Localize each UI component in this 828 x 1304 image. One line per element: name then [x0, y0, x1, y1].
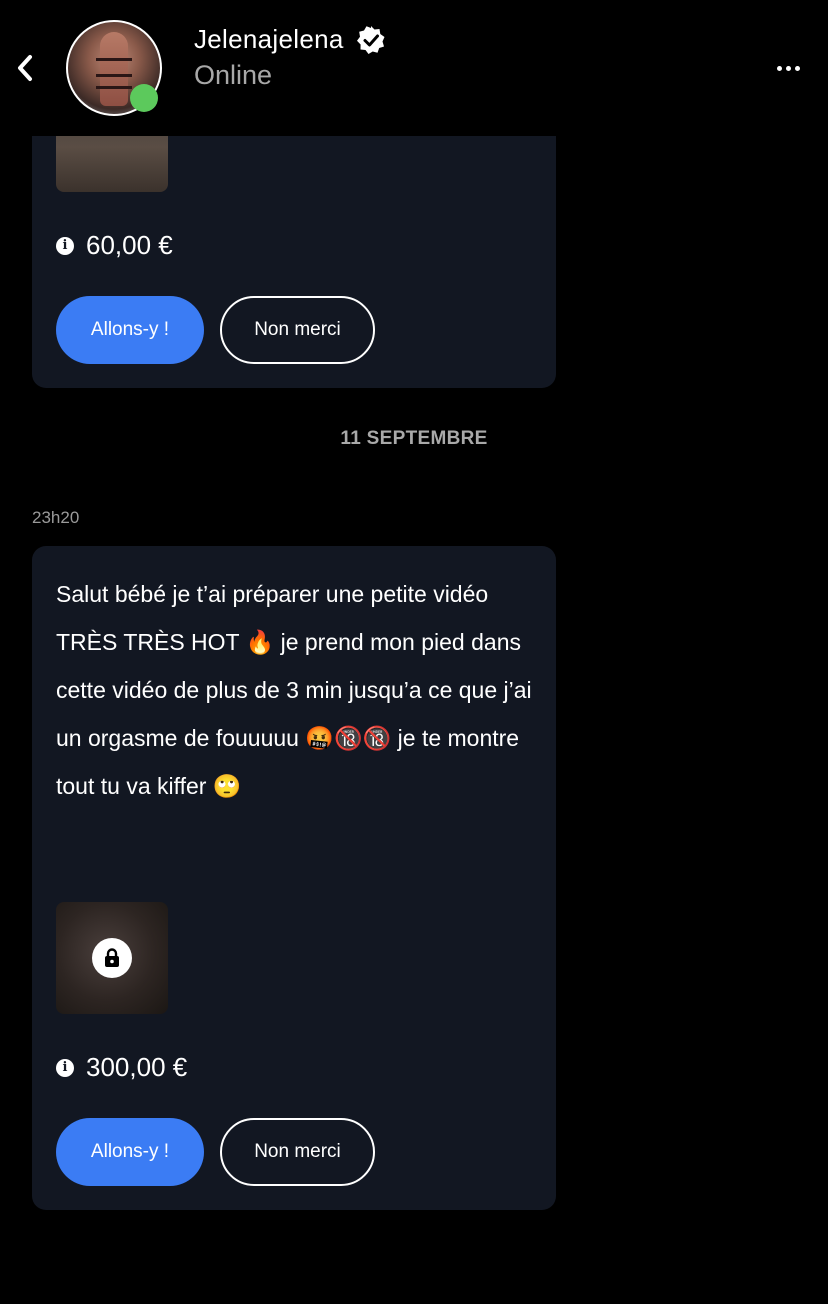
chevron-left-icon — [18, 55, 32, 81]
info-icon: i — [56, 1058, 74, 1077]
message-text: Salut bébé je t’ai préparer une petite v… — [56, 581, 532, 799]
more-options-button[interactable] — [770, 56, 806, 80]
lock-icon — [92, 938, 132, 978]
price: 60,00 € — [86, 230, 173, 260]
accept-button[interactable]: Allons-y ! — [56, 1118, 204, 1186]
message-bubble-2: Salut bébé je t’ai préparer une petite v… — [32, 546, 556, 1210]
decline-button[interactable]: Non merci — [220, 296, 375, 364]
accept-button[interactable]: Allons-y ! — [56, 296, 204, 364]
back-button[interactable] — [10, 50, 40, 86]
price: 300,00 € — [86, 1052, 188, 1082]
contact-status: Online — [194, 60, 273, 90]
offer-actions: Allons-y ! Non merci — [56, 296, 375, 364]
message-bubble-1: i 60,00 € Allons-y ! Non merci — [32, 80, 556, 388]
message-time: 23h20 — [32, 508, 80, 527]
decline-button[interactable]: Non merci — [220, 1118, 375, 1186]
more-horizontal-icon — [776, 65, 782, 71]
offer-actions: Allons-y ! Non merci — [56, 1118, 375, 1186]
info-icon: i — [56, 236, 74, 255]
price-row: i 60,00 € — [56, 230, 173, 261]
price-row: i 300,00 € — [56, 1052, 187, 1083]
verified-badge-icon — [356, 25, 385, 54]
date-separator: 11 SEPTEMBRE — [340, 428, 488, 449]
locked-media-thumbnail[interactable] — [56, 902, 168, 1014]
chat-header: Jelenajelena Online — [0, 0, 828, 136]
contact-name-row: Jelenajelena — [194, 24, 386, 55]
contact-avatar[interactable] — [66, 20, 162, 116]
online-indicator — [130, 84, 158, 112]
contact-name: Jelenajelena — [194, 24, 344, 54]
